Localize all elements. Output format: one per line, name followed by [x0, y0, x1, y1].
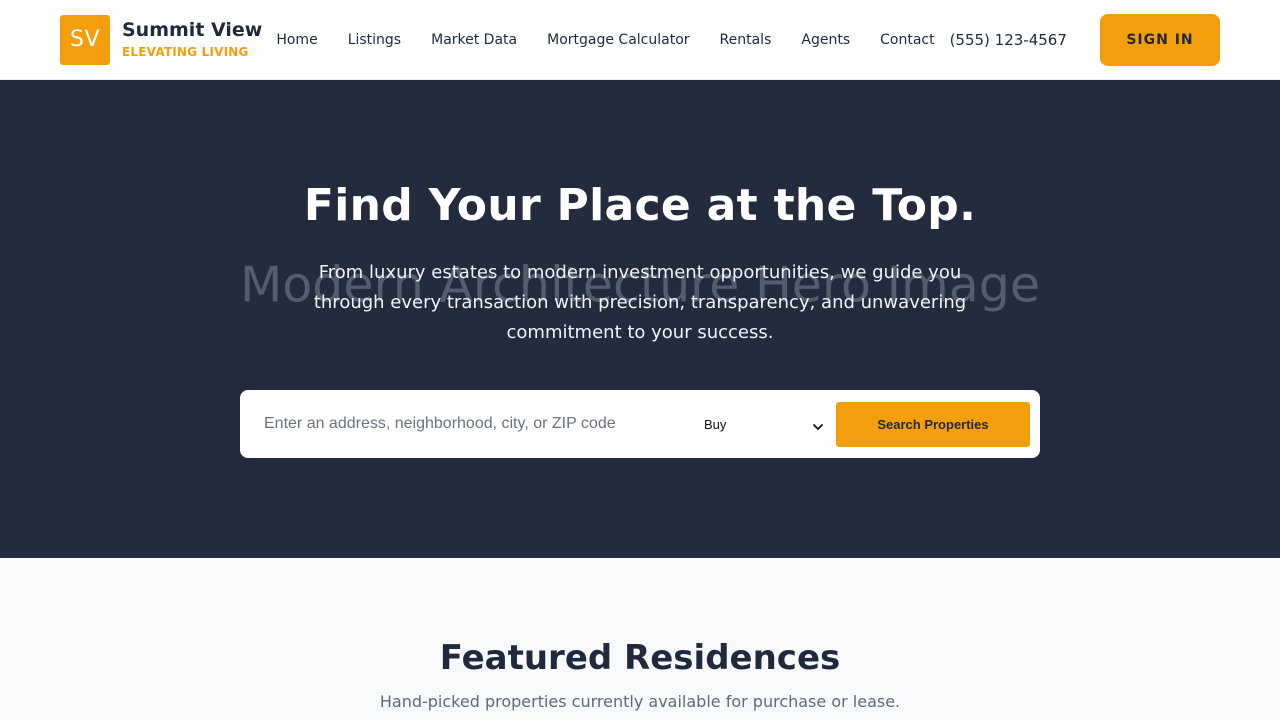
search-properties-button[interactable]: Search Properties [836, 401, 1030, 447]
hero-title: Find Your Place at the Top. [303, 180, 977, 231]
nav-item-home[interactable]: Home [276, 32, 317, 48]
section-title: Featured Residences [439, 638, 841, 678]
hero-section: Modern Architecture Hero Image Find Your… [0, 80, 1280, 558]
chevron-down-icon [812, 418, 824, 430]
brand-name: Summit View [122, 19, 263, 41]
featured-section: Featured Residences Hand-picked properti… [0, 558, 1280, 720]
nav-item-mortgage-calculator[interactable]: Mortgage Calculator [547, 32, 689, 48]
nav-item-listings[interactable]: Listings [348, 32, 401, 48]
nav-item-market-data[interactable]: Market Data [431, 32, 517, 48]
main-nav: Home Listings Market Data Mortgage Calcu… [276, 32, 934, 48]
nav-item-agents[interactable]: Agents [801, 32, 850, 48]
transaction-type-value: Buy [704, 416, 727, 432]
nav-item-contact[interactable]: Contact [880, 32, 934, 48]
nav-item-rentals[interactable]: Rentals [720, 32, 772, 48]
search-input[interactable] [264, 404, 674, 444]
logo-text: Summit View ELEVATING LIVING [122, 19, 262, 60]
site-header: SV Summit View ELEVATING LIVING Home Lis… [0, 0, 1280, 80]
section-subtitle: Hand-picked properties currently availab… [379, 692, 901, 711]
transaction-type-select[interactable]: Buy [694, 404, 826, 444]
phone-link[interactable]: (555) 123-4567 [950, 31, 1067, 49]
logo-mark: SV [60, 14, 110, 65]
logo[interactable]: SV Summit View ELEVATING LIVING [60, 14, 262, 65]
hero-subtitle: From luxury estates to modern investment… [313, 262, 967, 343]
property-search-bar: Buy Search Properties [240, 390, 1040, 458]
brand-tagline: ELEVATING LIVING [122, 45, 249, 59]
sign-in-button[interactable]: SIGN IN [1100, 13, 1220, 66]
